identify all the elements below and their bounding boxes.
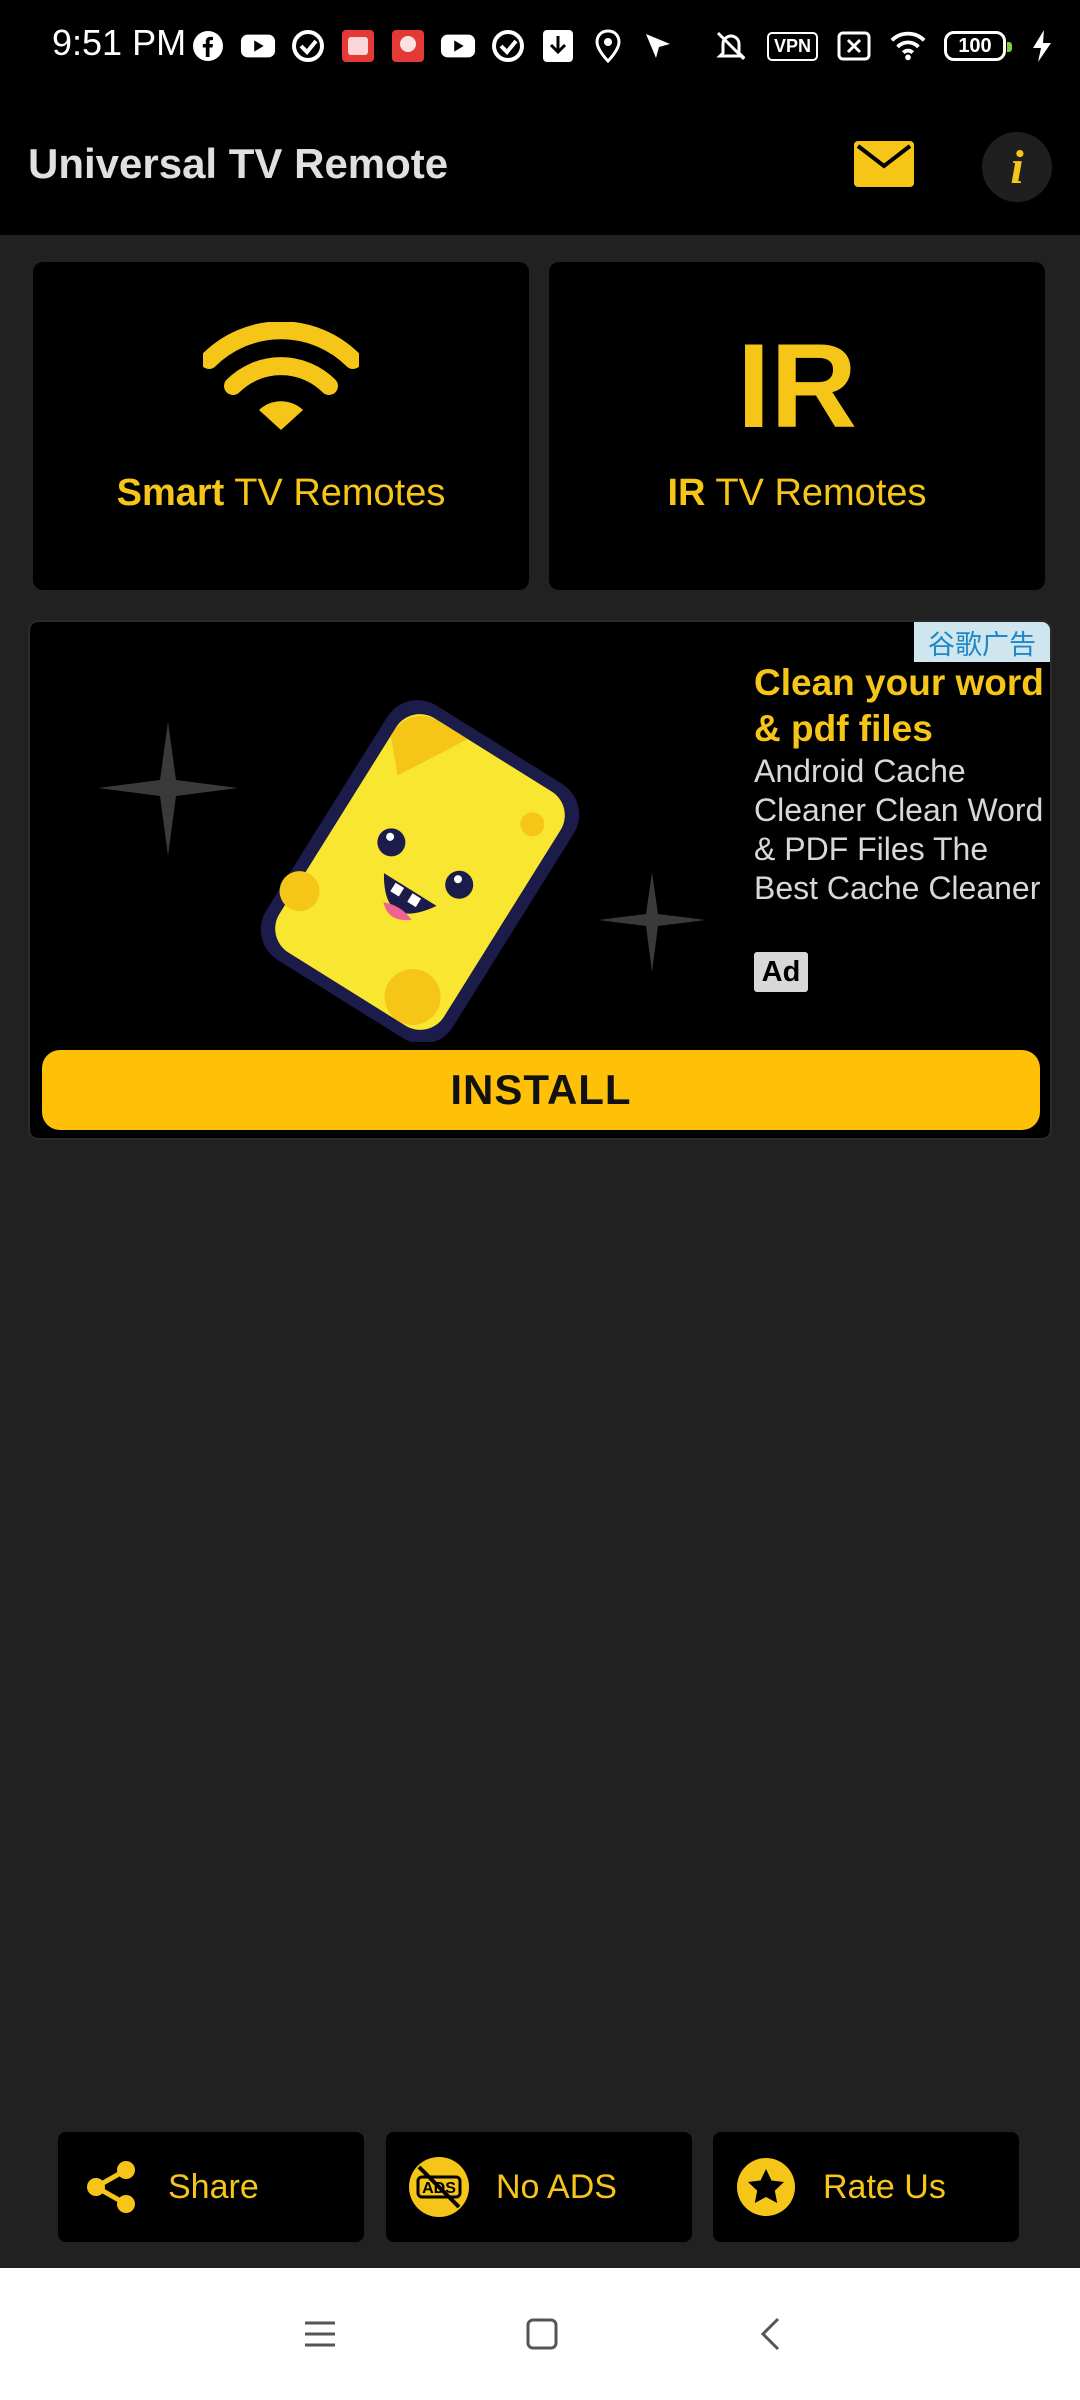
no-ads-icon: ADS (404, 2152, 474, 2222)
system-navigation-bar (0, 2268, 1080, 2400)
battery-level: 100 (958, 34, 992, 57)
bell-muted-icon (713, 28, 749, 64)
share-icon (76, 2152, 146, 2222)
install-button[interactable]: INSTALL (42, 1050, 1040, 1130)
no-ads-button[interactable]: ADS No ADS (386, 2132, 692, 2242)
ad-headline[interactable]: Clean your word & pdf files (754, 660, 1044, 752)
vpn-icon: VPN (766, 31, 818, 61)
shopping-app-icon (340, 28, 376, 64)
navigation-arrow-icon (640, 28, 676, 64)
red-app-icon (390, 28, 426, 64)
mail-button[interactable] (852, 132, 916, 196)
ad-banner[interactable]: 谷歌广告 Clean your word & pdf files Android… (28, 620, 1052, 1140)
facebook-icon (190, 28, 226, 64)
menu-icon (305, 2321, 335, 2347)
system-icons: VPN 100 (713, 26, 1060, 66)
notification-icons (190, 26, 676, 66)
recents-button[interactable] (290, 2308, 350, 2360)
back-chevron-icon (760, 2317, 780, 2351)
status-bar: 9:51 PM VPN 100 (0, 0, 1080, 92)
info-icon: i (1010, 140, 1024, 194)
smart-tv-remotes-label: Smart TV Remotes (116, 472, 446, 514)
youtube-icon (240, 28, 276, 64)
share-button[interactable]: Share (58, 2132, 364, 2242)
wifi-icon (203, 322, 359, 430)
star-icon (731, 2152, 801, 2222)
info-button[interactable]: i (982, 132, 1052, 202)
wifi-signal-icon (890, 28, 926, 64)
smart-tv-remotes-card[interactable]: Smart TV Remotes (33, 262, 529, 590)
home-square-icon (526, 2318, 558, 2350)
rate-us-button[interactable]: Rate Us (713, 2132, 1019, 2242)
ir-tv-remotes-card[interactable]: IR IR TV Remotes (549, 262, 1045, 590)
rate-us-label: Rate Us (823, 2167, 946, 2206)
mail-icon (854, 141, 914, 187)
charging-icon (1024, 28, 1060, 64)
status-time: 9:51 PM (52, 22, 187, 63)
ad-badge: Ad (754, 952, 808, 992)
app-title: Universal TV Remote (28, 140, 449, 187)
download-icon (540, 28, 576, 64)
no-ads-label: No ADS (496, 2167, 617, 2206)
share-label: Share (168, 2167, 259, 2206)
ad-description: Android Cache Cleaner Clean Word & PDF F… (754, 753, 1044, 906)
no-sim-icon (836, 28, 872, 64)
ir-tv-remotes-label: IR TV Remotes (667, 472, 927, 514)
cleaner-mascot-image (98, 700, 706, 1042)
ad-choices-label[interactable]: 谷歌广告 (914, 622, 1050, 662)
battery-icon: 100 (944, 31, 1012, 61)
app-circle-icon-2 (490, 28, 526, 64)
app-bar: Universal TV Remote i (0, 92, 1080, 235)
back-button[interactable] (740, 2308, 800, 2360)
location-icon (590, 28, 626, 64)
app-circle-icon (290, 28, 326, 64)
youtube-icon-2 (440, 28, 476, 64)
ir-icon: IR (737, 319, 857, 453)
home-button[interactable] (512, 2308, 572, 2360)
